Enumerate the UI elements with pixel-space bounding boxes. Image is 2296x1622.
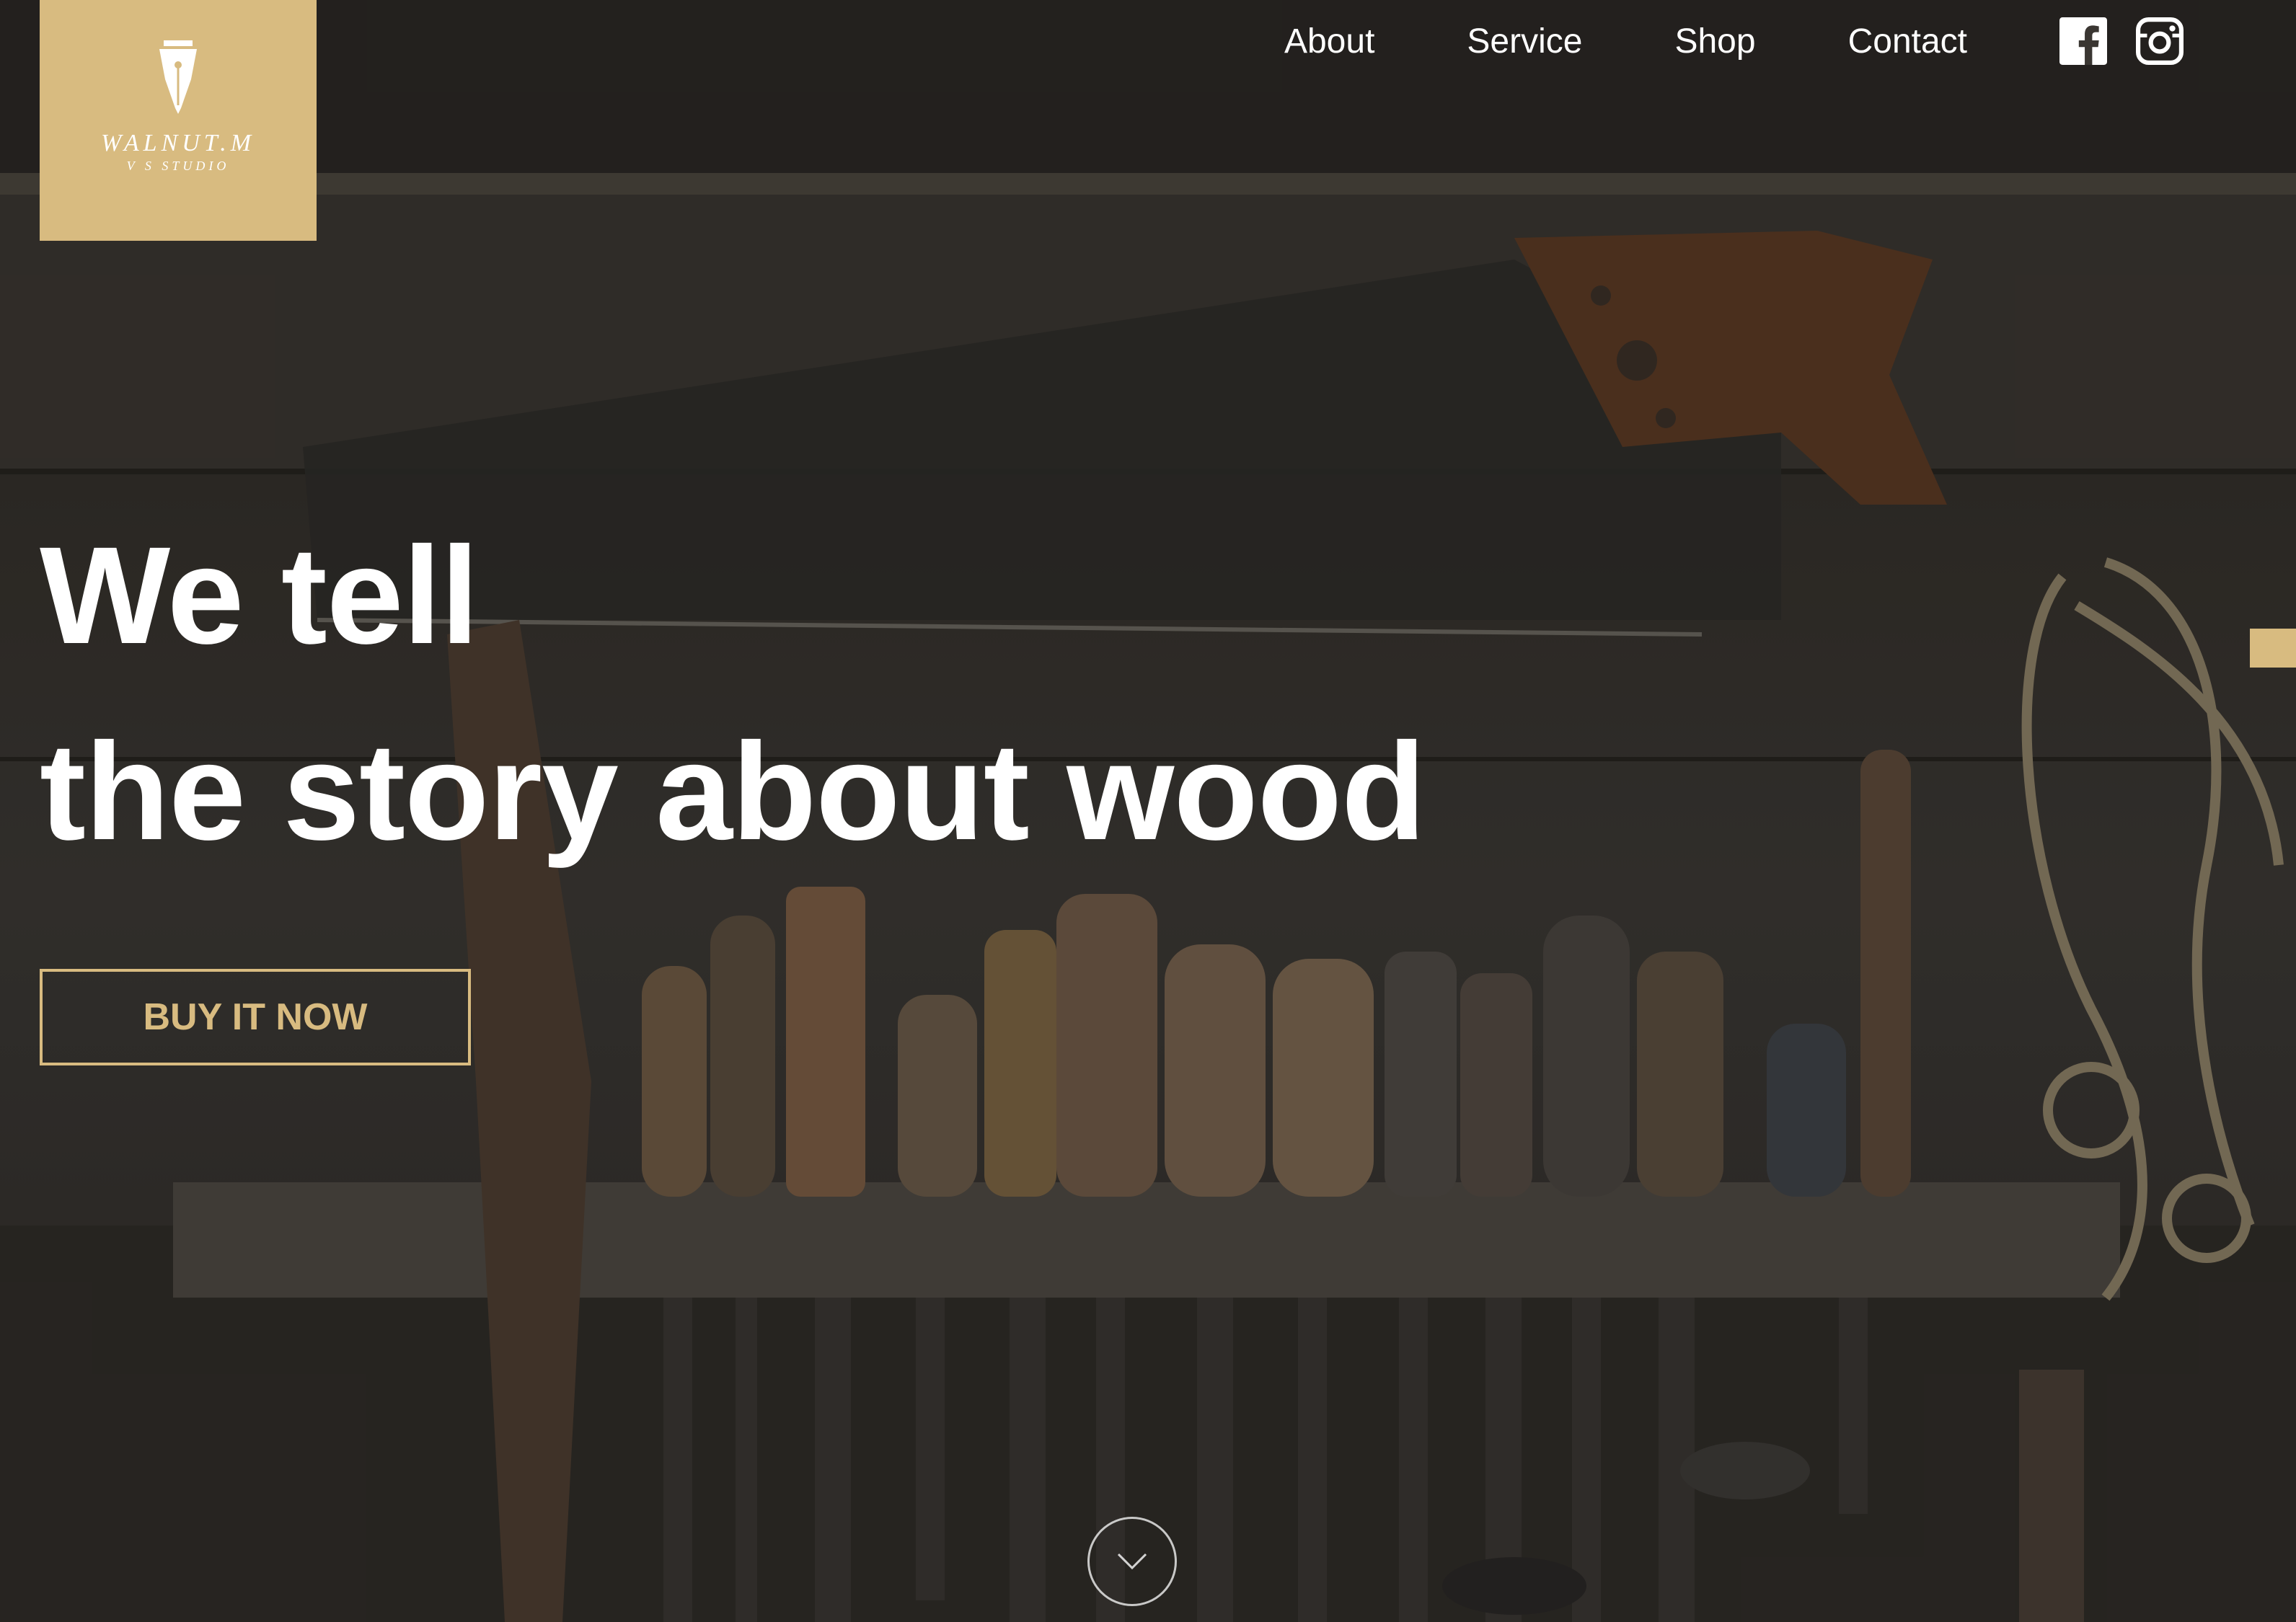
logo-subtitle: V S STUDIO: [126, 159, 230, 173]
scroll-down-button[interactable]: [1087, 1517, 1177, 1606]
social-links: [2059, 17, 2184, 65]
instagram-icon[interactable]: [2136, 17, 2184, 65]
logo-brand-name: WALNUT.M: [100, 130, 256, 156]
chevron-down-icon: [1117, 1553, 1147, 1570]
nav-link-shop[interactable]: Shop: [1674, 22, 1755, 61]
hero-headline: We tell the story about wood: [40, 497, 1426, 890]
buy-it-now-button[interactable]: BUY IT NOW: [40, 969, 471, 1065]
pen-nib-icon: [159, 40, 197, 114]
site-logo[interactable]: WALNUT.M V S STUDIO: [40, 0, 317, 241]
nav-link-contact[interactable]: Contact: [1848, 22, 1967, 61]
side-tab-handle[interactable]: [2250, 629, 2296, 668]
nav-link-service[interactable]: Service: [1467, 22, 1582, 61]
nav-link-about[interactable]: About: [1284, 22, 1374, 61]
facebook-icon[interactable]: [2059, 17, 2107, 65]
hero-headline-line-1: We tell: [40, 518, 479, 673]
main-navigation: About Service Shop Contact: [1284, 16, 2184, 66]
hero-headline-line-2: the story about wood: [40, 714, 1426, 869]
